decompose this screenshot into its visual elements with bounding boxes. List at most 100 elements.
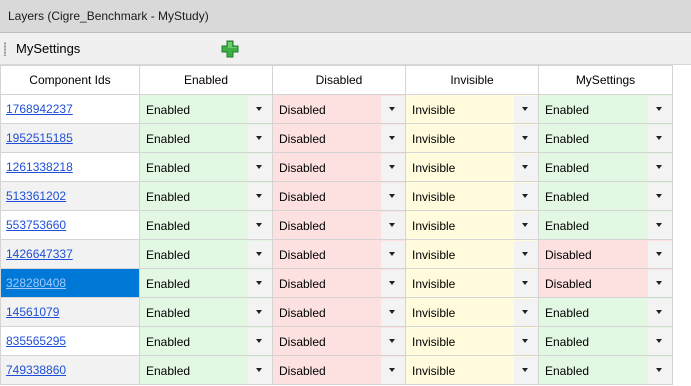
state-disabled-dropdown[interactable]: Disabled bbox=[273, 95, 405, 123]
state-disabled-cell[interactable]: Disabled bbox=[272, 239, 406, 269]
state-mysettings-dropdown[interactable]: Enabled bbox=[539, 153, 672, 181]
component-id-link[interactable]: 1952515185 bbox=[6, 131, 73, 145]
component-id-cell[interactable]: 513361202 bbox=[0, 181, 140, 211]
dropdown-arrow-button[interactable] bbox=[248, 211, 272, 239]
state-enabled-cell[interactable]: Enabled bbox=[139, 181, 273, 211]
dropdown-arrow-button[interactable] bbox=[514, 153, 538, 181]
dropdown-arrow-button[interactable] bbox=[248, 269, 272, 297]
table-row[interactable]: 749338860 Enabled Disabled Invisible Enabled bbox=[0, 355, 673, 385]
dropdown-arrow-button[interactable] bbox=[248, 182, 272, 210]
state-disabled-cell[interactable]: Disabled bbox=[272, 94, 406, 124]
dropdown-arrow-button[interactable] bbox=[648, 327, 672, 355]
component-id-cell[interactable]: 14561079 bbox=[0, 297, 140, 327]
state-invisible-cell[interactable]: Invisible bbox=[405, 94, 539, 124]
table-row[interactable]: 328280408 Enabled Disabled Invisible Disable… bbox=[0, 268, 673, 298]
dropdown-arrow-button[interactable] bbox=[514, 124, 538, 152]
state-invisible-dropdown[interactable]: Invisible bbox=[406, 327, 538, 355]
table-row[interactable]: 1261338218 Enabled Disabled Invisible Enable… bbox=[0, 152, 673, 182]
component-id-link[interactable]: 328280408 bbox=[6, 276, 66, 290]
state-disabled-dropdown[interactable]: Disabled bbox=[273, 269, 405, 297]
dropdown-arrow-button[interactable] bbox=[381, 153, 405, 181]
state-enabled-dropdown[interactable]: Enabled bbox=[140, 95, 272, 123]
dropdown-arrow-button[interactable] bbox=[381, 240, 405, 268]
dropdown-arrow-button[interactable] bbox=[514, 327, 538, 355]
state-enabled-cell[interactable]: Enabled bbox=[139, 210, 273, 240]
state-mysettings-cell[interactable]: Enabled bbox=[538, 94, 673, 124]
state-invisible-dropdown[interactable]: Invisible bbox=[406, 240, 538, 268]
component-id-link[interactable]: 835565295 bbox=[6, 334, 66, 348]
state-invisible-dropdown[interactable]: Invisible bbox=[406, 182, 538, 210]
component-id-link[interactable]: 749338860 bbox=[6, 363, 66, 377]
state-enabled-dropdown[interactable]: Enabled bbox=[140, 269, 272, 297]
state-mysettings-cell[interactable]: Disabled bbox=[538, 239, 673, 269]
state-enabled-cell[interactable]: Enabled bbox=[139, 239, 273, 269]
state-invisible-cell[interactable]: Invisible bbox=[405, 123, 539, 153]
component-id-link[interactable]: 1426647337 bbox=[6, 247, 73, 261]
state-enabled-dropdown[interactable]: Enabled bbox=[140, 327, 272, 355]
toolbar-grip-handle[interactable] bbox=[4, 42, 6, 56]
dropdown-arrow-button[interactable] bbox=[648, 240, 672, 268]
column-header-disabled[interactable]: Disabled bbox=[272, 65, 406, 95]
dropdown-arrow-button[interactable] bbox=[514, 269, 538, 297]
state-enabled-dropdown[interactable]: Enabled bbox=[140, 153, 272, 181]
state-disabled-cell[interactable]: Disabled bbox=[272, 210, 406, 240]
state-invisible-cell[interactable]: Invisible bbox=[405, 210, 539, 240]
state-mysettings-dropdown[interactable]: Enabled bbox=[539, 211, 672, 239]
state-mysettings-dropdown[interactable]: Enabled bbox=[539, 124, 672, 152]
table-row[interactable]: 553753660 Enabled Disabled Invisible Enabled bbox=[0, 210, 673, 240]
component-id-link[interactable]: 553753660 bbox=[6, 218, 66, 232]
state-enabled-cell[interactable]: Enabled bbox=[139, 268, 273, 298]
dropdown-arrow-button[interactable] bbox=[648, 182, 672, 210]
dropdown-arrow-button[interactable] bbox=[514, 356, 538, 384]
table-row[interactable]: 1768942237 Enabled Disabled Invisible Enable… bbox=[0, 94, 673, 124]
state-mysettings-cell[interactable]: Disabled bbox=[538, 268, 673, 298]
dropdown-arrow-button[interactable] bbox=[248, 153, 272, 181]
dropdown-arrow-button[interactable] bbox=[514, 211, 538, 239]
dropdown-arrow-button[interactable] bbox=[648, 269, 672, 297]
state-enabled-cell[interactable]: Enabled bbox=[139, 94, 273, 124]
state-invisible-dropdown[interactable]: Invisible bbox=[406, 211, 538, 239]
state-invisible-cell[interactable]: Invisible bbox=[405, 297, 539, 327]
state-enabled-cell[interactable]: Enabled bbox=[139, 152, 273, 182]
state-invisible-dropdown[interactable]: Invisible bbox=[406, 356, 538, 384]
state-invisible-dropdown[interactable]: Invisible bbox=[406, 298, 538, 326]
dropdown-arrow-button[interactable] bbox=[248, 95, 272, 123]
state-disabled-cell[interactable]: Disabled bbox=[272, 123, 406, 153]
component-id-link[interactable]: 1768942237 bbox=[6, 102, 73, 116]
state-enabled-cell[interactable]: Enabled bbox=[139, 326, 273, 356]
state-disabled-cell[interactable]: Disabled bbox=[272, 326, 406, 356]
state-mysettings-dropdown[interactable]: Enabled bbox=[539, 356, 672, 384]
state-disabled-cell[interactable]: Disabled bbox=[272, 355, 406, 385]
state-enabled-dropdown[interactable]: Enabled bbox=[140, 240, 272, 268]
component-id-cell[interactable]: 1768942237 bbox=[0, 94, 140, 124]
state-invisible-dropdown[interactable]: Invisible bbox=[406, 124, 538, 152]
dropdown-arrow-button[interactable] bbox=[648, 298, 672, 326]
component-id-cell[interactable]: 749338860 bbox=[0, 355, 140, 385]
dropdown-arrow-button[interactable] bbox=[248, 240, 272, 268]
state-disabled-dropdown[interactable]: Disabled bbox=[273, 153, 405, 181]
state-disabled-dropdown[interactable]: Disabled bbox=[273, 240, 405, 268]
state-disabled-cell[interactable]: Disabled bbox=[272, 268, 406, 298]
state-mysettings-dropdown[interactable]: Enabled bbox=[539, 327, 672, 355]
state-invisible-cell[interactable]: Invisible bbox=[405, 239, 539, 269]
dropdown-arrow-button[interactable] bbox=[514, 298, 538, 326]
table-row[interactable]: 835565295 Enabled Disabled Invisible Enabled bbox=[0, 326, 673, 356]
state-enabled-dropdown[interactable]: Enabled bbox=[140, 211, 272, 239]
state-mysettings-cell[interactable]: Enabled bbox=[538, 181, 673, 211]
component-id-cell[interactable]: 835565295 bbox=[0, 326, 140, 356]
state-enabled-dropdown[interactable]: Enabled bbox=[140, 182, 272, 210]
component-id-link[interactable]: 14561079 bbox=[6, 305, 59, 319]
state-mysettings-cell[interactable]: Enabled bbox=[538, 297, 673, 327]
state-mysettings-dropdown[interactable]: Enabled bbox=[539, 182, 672, 210]
component-id-cell[interactable]: 553753660 bbox=[0, 210, 140, 240]
dropdown-arrow-button[interactable] bbox=[248, 356, 272, 384]
state-enabled-cell[interactable]: Enabled bbox=[139, 297, 273, 327]
state-invisible-cell[interactable]: Invisible bbox=[405, 152, 539, 182]
state-mysettings-dropdown[interactable]: Enabled bbox=[539, 95, 672, 123]
dropdown-arrow-button[interactable] bbox=[648, 356, 672, 384]
state-disabled-cell[interactable]: Disabled bbox=[272, 297, 406, 327]
dropdown-arrow-button[interactable] bbox=[381, 327, 405, 355]
component-id-cell[interactable]: 328280408 bbox=[0, 268, 140, 298]
dropdown-arrow-button[interactable] bbox=[648, 124, 672, 152]
state-mysettings-dropdown[interactable]: Disabled bbox=[539, 269, 672, 297]
